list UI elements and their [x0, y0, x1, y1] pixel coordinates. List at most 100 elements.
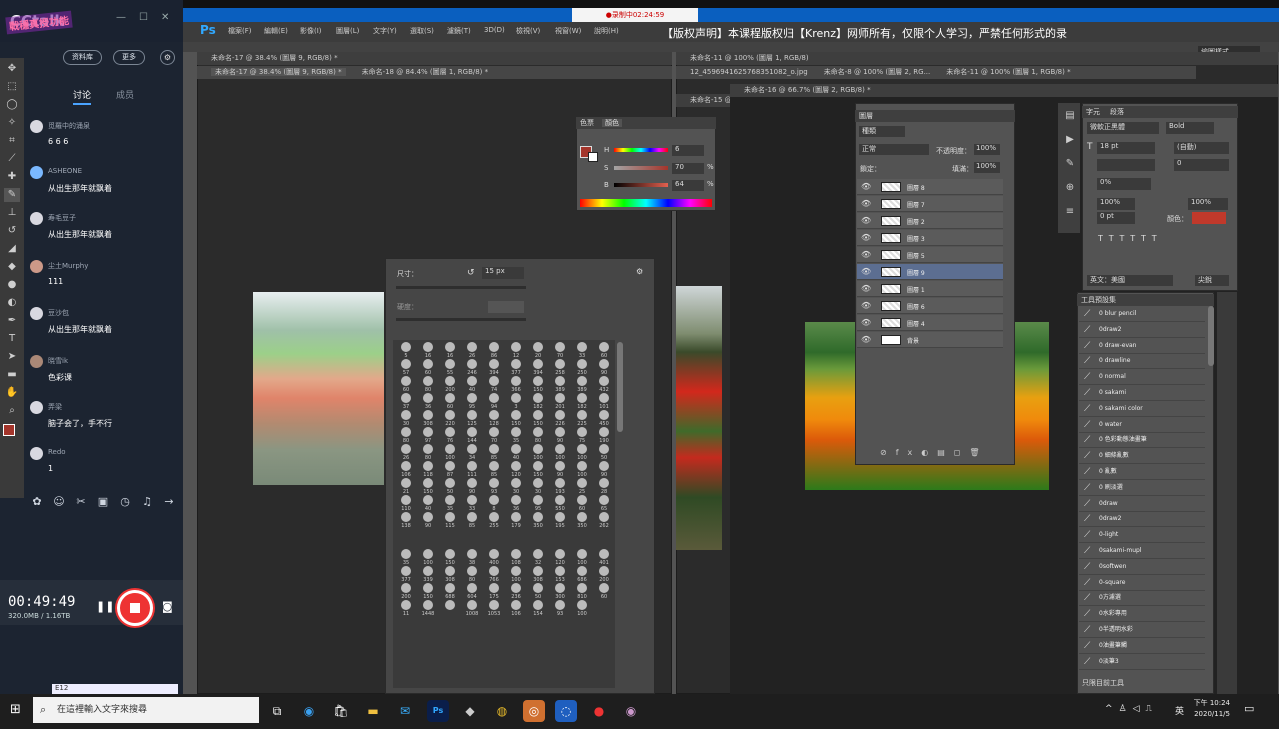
brush-preset[interactable]: 30 [505, 478, 527, 495]
brush-tool-icon[interactable]: ✎ [4, 188, 20, 202]
brush-preset[interactable]: 60 [395, 376, 417, 393]
brush-preset[interactable]: 366 [505, 376, 527, 393]
brush-preset[interactable]: 90 [549, 461, 571, 478]
browser-icon[interactable]: ◌ [555, 700, 577, 722]
brush-preset[interactable]: 108 [505, 549, 527, 566]
tool-preset-item[interactable]: 0 draw-evan [1079, 338, 1205, 354]
brush-preset[interactable]: 93 [483, 478, 505, 495]
leading-input[interactable]: (自動) [1174, 142, 1229, 154]
move-tool-icon[interactable]: ✥ [4, 62, 20, 76]
brush-preset[interactable]: 150 [417, 583, 439, 600]
brush-preset[interactable]: 101 [593, 393, 615, 410]
layer-row[interactable]: 👁 圖層 6 [857, 298, 1003, 314]
brush-preset[interactable]: 100 [571, 444, 593, 461]
tab-color[interactable]: 顏色 [602, 119, 622, 127]
tool-preset-item[interactable]: 0 色彩動態油畫筆 [1079, 432, 1205, 449]
brush-preset[interactable]: 111 [461, 461, 483, 478]
tool-presets-header[interactable]: 工具預設集 [1077, 294, 1214, 306]
tool-preset-item[interactable]: 0-light [1079, 527, 1205, 544]
brush-preset[interactable]: 300 [549, 583, 571, 600]
brush-preset[interactable]: 450 [593, 410, 615, 427]
brush-preset[interactable]: 60 [593, 342, 615, 359]
layer-row[interactable]: 👁 圖層 1 [857, 281, 1003, 297]
ime-indicator[interactable]: 英 [1175, 704, 1184, 717]
tool-preset-item[interactable]: 0sakami-mupl [1079, 543, 1205, 559]
eye-icon[interactable]: 👁 [861, 250, 871, 259]
font-family-select[interactable]: 微軟正黑體 [1087, 122, 1159, 134]
brush-preset[interactable]: 110 [395, 495, 417, 512]
brush-preset[interactable]: 150 [439, 549, 461, 566]
edge-icon[interactable]: ◉ [298, 700, 320, 722]
brush-preset[interactable]: 201 [549, 393, 571, 410]
brush-preset[interactable]: 688 [439, 583, 461, 600]
brush-preset[interactable]: 80 [461, 566, 483, 583]
tracking-input[interactable]: 0 [1174, 159, 1229, 171]
bucket-tool-icon[interactable]: ◆ [4, 260, 20, 274]
eye-icon[interactable]: 👁 [861, 284, 871, 293]
stop-record-button[interactable] [117, 590, 153, 626]
brush-preset[interactable]: 76 [439, 427, 461, 444]
brush-preset[interactable]: 85 [461, 512, 483, 529]
brush-preset[interactable]: 377 [505, 359, 527, 376]
brush-size-slider[interactable] [396, 286, 526, 289]
brush-preset[interactable]: 16 [439, 342, 461, 359]
brush-preset[interactable]: 100 [571, 461, 593, 478]
brush-preset[interactable]: 394 [483, 359, 505, 376]
chrome-icon[interactable]: ◍ [491, 700, 513, 722]
brush-size-input[interactable]: 15 px [482, 267, 524, 279]
foreground-color-swatch[interactable] [3, 424, 15, 436]
layer-row[interactable]: 👁 圖層 8 [857, 179, 1003, 195]
tool-preset-item[interactable]: 0draw2 [1079, 511, 1205, 528]
brush-preset[interactable]: 308 [527, 566, 549, 583]
lasso-tool-icon[interactable]: ◯ [4, 98, 20, 112]
tool-preset-item[interactable]: 0 water [1079, 417, 1205, 433]
brush-preset[interactable]: 74 [483, 376, 505, 393]
layer-row[interactable]: 👁 圖層 3 [857, 230, 1003, 246]
menu-view[interactable]: 檢視(V) [516, 26, 540, 36]
eraser-tool-icon[interactable]: ◢ [4, 242, 20, 256]
menu-type[interactable]: 文字(Y) [373, 26, 397, 36]
brush-preset[interactable] [439, 600, 461, 611]
brush-preset[interactable]: 226 [549, 410, 571, 427]
settings-icon[interactable]: ⚙ [160, 50, 175, 65]
text-color-swatch[interactable] [1192, 212, 1226, 224]
layers-panel-header[interactable]: 圖層 [855, 110, 1015, 122]
brush-preset[interactable]: 34 [461, 444, 483, 461]
layer-row[interactable]: 👁 圖層 2 [857, 213, 1003, 229]
brush-preset[interactable]: 95 [461, 393, 483, 410]
brush-preset[interactable]: 90 [593, 359, 615, 376]
tool-preset-item[interactable]: 0 sakami color [1079, 401, 1205, 417]
more-button[interactable]: 更多 [113, 50, 145, 65]
brush-hardness-slider[interactable] [396, 318, 526, 321]
tool-preset-item[interactable]: 0半透明水彩 [1079, 622, 1205, 638]
tab-discussion[interactable]: 讨论 [73, 88, 92, 105]
blur-tool-icon[interactable]: ● [4, 278, 20, 292]
brush-preset[interactable]: 100 [527, 444, 549, 461]
type-tool-icon[interactable]: T [4, 332, 20, 346]
menu-window[interactable]: 視窗(W) [555, 26, 581, 36]
clock-time[interactable]: 下午 10:24 [1192, 698, 1230, 708]
pause-icon[interactable]: ❚❚ [96, 600, 114, 613]
brush-preset[interactable]: 401 [593, 549, 615, 566]
menu-3d[interactable]: 3D(D) [484, 26, 505, 34]
brush-preset[interactable]: 179 [505, 512, 527, 529]
tool-preset-item[interactable]: 0 drawline [1079, 353, 1205, 370]
task-view-icon[interactable]: ⧉ [266, 700, 288, 722]
brush-preset[interactable]: 40 [505, 444, 527, 461]
menu-file[interactable]: 檔案(F) [228, 26, 252, 36]
blend-mode-select[interactable]: 正常 [859, 144, 929, 155]
path-select-icon[interactable]: ➤ [4, 350, 20, 364]
brush-preset[interactable]: 26 [395, 444, 417, 461]
layer-row[interactable]: 👁 圖層 4 [857, 315, 1003, 331]
brush-preset[interactable]: 400 [483, 549, 505, 566]
vscale-tracking-input[interactable]: 0% [1097, 178, 1151, 190]
brush-preset[interactable]: 85 [483, 444, 505, 461]
brightness-slider[interactable] [614, 183, 668, 187]
poppy-photo-strip[interactable] [676, 286, 722, 550]
menu-image[interactable]: 影像(I) [300, 26, 322, 36]
tab-swatches[interactable]: 色票 [580, 119, 594, 127]
document-title-16[interactable]: 未命名-16 @ 66.7% (圖層 2, RGB/8) * [730, 84, 1278, 97]
eye-icon[interactable]: 👁 [861, 199, 871, 208]
brush-preset[interactable]: 125 [461, 410, 483, 427]
h-value[interactable]: 6 [672, 145, 704, 156]
